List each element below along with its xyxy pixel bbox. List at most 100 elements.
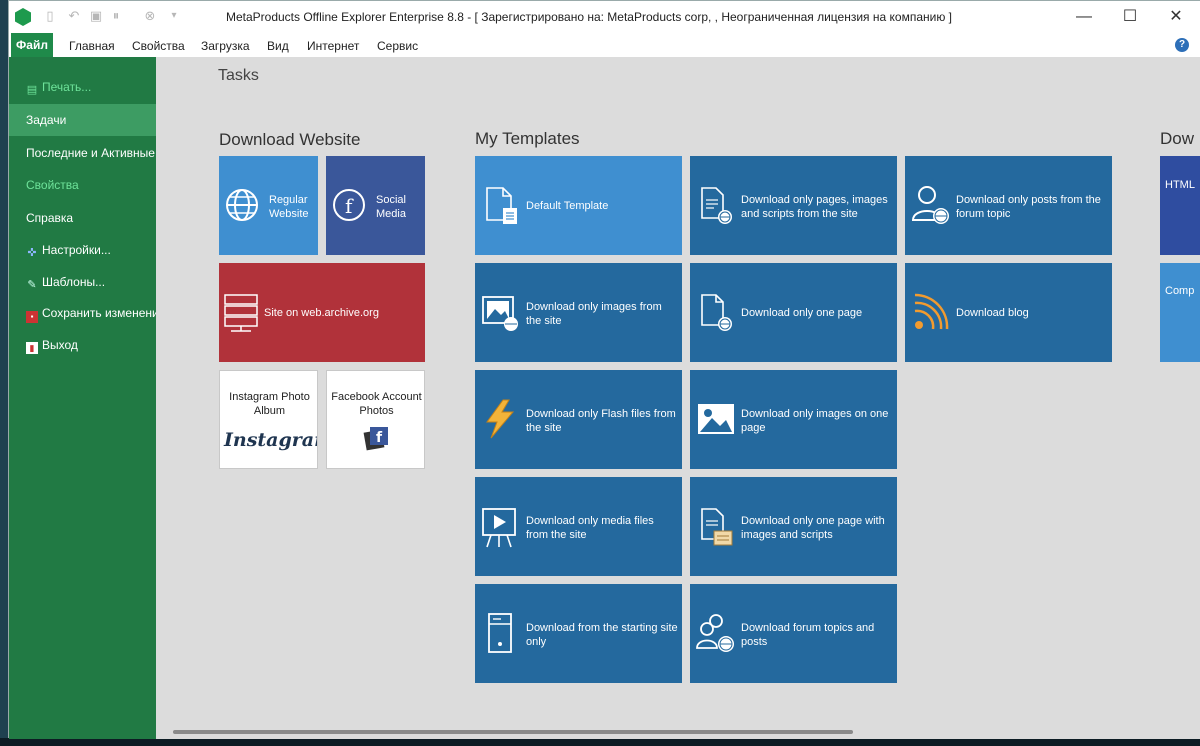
page-title: Tasks [218, 67, 259, 84]
tile-label: HTML [1165, 179, 1195, 191]
tile-default-template[interactable]: Default Template [475, 156, 682, 255]
help-icon[interactable]: ? [1175, 38, 1189, 52]
images-icon [482, 296, 518, 331]
sidebar-item-help[interactable]: Справка [9, 202, 156, 234]
tile-social-media[interactable]: f Social Media [326, 156, 425, 255]
maximize-button[interactable]: ☐ [1107, 1, 1153, 33]
tab-home[interactable]: Главная [69, 39, 115, 53]
tab-file[interactable]: Файл [11, 33, 53, 57]
save-quick-icon[interactable]: ▣ [89, 9, 103, 23]
tile-facebook-photos[interactable]: Facebook Account Photos f [326, 370, 425, 469]
tile-label: Download only media files from the site [526, 515, 654, 541]
tile-pages-images-scripts[interactable]: Download only pages, images and scripts … [690, 156, 897, 255]
sidebar-item-save[interactable]: ▪ Сохранить изменения [9, 297, 165, 329]
document-icon [486, 187, 517, 224]
tile-label: Social Media [376, 194, 406, 220]
horizontal-scrollbar[interactable] [173, 730, 853, 734]
tile-download-blog[interactable]: Download blog [905, 263, 1112, 362]
server-icon [224, 294, 258, 332]
tile-html-partial[interactable]: HTML [1160, 156, 1200, 255]
ribbon-tabs: Файл Главная Свойства Загрузка Вид Интер… [9, 33, 1200, 57]
pause-icon[interactable]: ⏸ [109, 9, 123, 23]
tile-label: Default Template [526, 200, 609, 212]
tile-label: Instagram Photo Album [229, 391, 310, 417]
app-logo-icon[interactable] [15, 8, 31, 26]
tile-label: Download only images from the site [526, 301, 662, 327]
photos-icon: f [363, 427, 388, 451]
tile-comp-partial[interactable]: Comp [1160, 263, 1200, 362]
image-icon [698, 404, 734, 434]
sidebar-item-recent[interactable]: Последние и Активные [9, 137, 156, 169]
templates-icon: ✎ [27, 279, 37, 291]
tab-internet[interactable]: Интернет [307, 39, 359, 53]
stop-icon[interactable]: ⊗ [143, 9, 157, 23]
undo-icon[interactable]: ↶ [67, 9, 81, 23]
save-icon: ▪ [26, 311, 38, 323]
tile-label: Download only images on one page [741, 408, 889, 434]
tile-label: Regular Website [269, 194, 309, 220]
sidebar-item-exit[interactable]: ▮ Выход [9, 329, 156, 361]
svg-text:f: f [345, 194, 354, 218]
sidebar-item-templates[interactable]: ✎ Шаблоны... [9, 266, 156, 298]
tile-flash-files[interactable]: Download only Flash files from the site [475, 370, 682, 469]
flash-icon [486, 399, 515, 439]
svg-text:f: f [376, 430, 383, 446]
new-icon[interactable]: ▯ [43, 9, 57, 23]
users-globe-icon [696, 614, 734, 652]
window-title: MetaProducts Offline Explorer Enterprise… [225, 10, 952, 24]
tile-media-files[interactable]: Download only media files from the site [475, 477, 682, 576]
tile-one-page[interactable]: Download only one page [690, 263, 897, 362]
minimize-button[interactable]: — [1061, 1, 1107, 33]
tile-label: Download only one page with images and s… [741, 515, 885, 541]
tile-images-from-site[interactable]: Download only images from the site [475, 263, 682, 362]
facebook-icon: f [333, 189, 365, 221]
tile-forum-topics[interactable]: Download forum topics and posts [690, 584, 897, 683]
tab-service[interactable]: Сервис [377, 39, 418, 53]
user-globe-icon [911, 186, 949, 224]
exit-icon: ▮ [26, 342, 38, 354]
presentation-icon [482, 508, 516, 548]
desktop-taskbar-edge [0, 738, 1200, 746]
tab-download[interactable]: Загрузка [201, 39, 250, 53]
tab-view[interactable]: Вид [267, 39, 289, 53]
sidebar-item-settings[interactable]: ✜ Настройки... [9, 234, 156, 266]
tile-label: Download from the starting site only [526, 622, 678, 648]
tower-server-icon [488, 613, 512, 653]
title-bar: ▯ ↶ ▣ ⏸ ⊗ ▾ MetaProducts Offline Explore… [9, 1, 1200, 33]
page-script-icon [701, 508, 733, 546]
section-title-my-templates: My Templates [475, 129, 580, 148]
tile-label: Download only one page [741, 307, 863, 319]
tile-label: Site on web.archive.org [264, 307, 379, 319]
globe-icon [226, 189, 258, 221]
app-window: ▯ ↶ ▣ ⏸ ⊗ ▾ MetaProducts Offline Explore… [8, 0, 1200, 739]
section-title-partial: Dow [1160, 129, 1195, 148]
tab-properties[interactable]: Свойства [132, 39, 185, 53]
tile-label: Comp [1165, 285, 1195, 297]
tile-label: Download only posts from the forum topic [956, 194, 1101, 220]
tile-images-one-page[interactable]: Download only images on one page [690, 370, 897, 469]
tile-one-page-images-scripts[interactable]: Download only one page with images and s… [690, 477, 897, 576]
instagram-logo: Instagram [224, 429, 317, 451]
close-button[interactable]: ✕ [1153, 1, 1199, 33]
section-title-download-website: Download Website [219, 130, 361, 149]
sidebar-item-tasks[interactable]: Задачи [9, 104, 156, 136]
tasks-panel: Tasks Download Website Regular Website f… [156, 57, 1200, 739]
page-globe-icon [701, 187, 732, 224]
tile-label: Download only pages, images and scripts … [741, 194, 888, 220]
tile-starting-site[interactable]: Download from the starting site only [475, 584, 682, 683]
print-icon: ▤ [26, 84, 38, 96]
tile-label: Download only Flash files from the site [526, 408, 676, 434]
tile-regular-website[interactable]: Regular Website [219, 156, 318, 255]
customize-toolbar-icon[interactable]: ▾ [167, 9, 181, 23]
rss-icon [914, 293, 949, 330]
tile-label: Download blog [956, 307, 1029, 319]
tile-forum-posts[interactable]: Download only posts from the forum topic [905, 156, 1112, 255]
page-globe-icon [701, 294, 732, 331]
sidebar-item-print[interactable]: ▤ Печать... [9, 71, 156, 103]
tile-label: Facebook Account Photos [331, 391, 422, 417]
tile-web-archive[interactable]: Site on web.archive.org [219, 263, 425, 362]
file-backstage-sidebar: ▤ Печать... Задачи Последние и Активные С… [9, 57, 165, 739]
tile-label: Download forum topics and posts [741, 622, 875, 648]
tile-instagram[interactable]: Instagram Photo Album Instagram [219, 370, 318, 469]
sidebar-item-properties[interactable]: Свойства [9, 169, 156, 201]
